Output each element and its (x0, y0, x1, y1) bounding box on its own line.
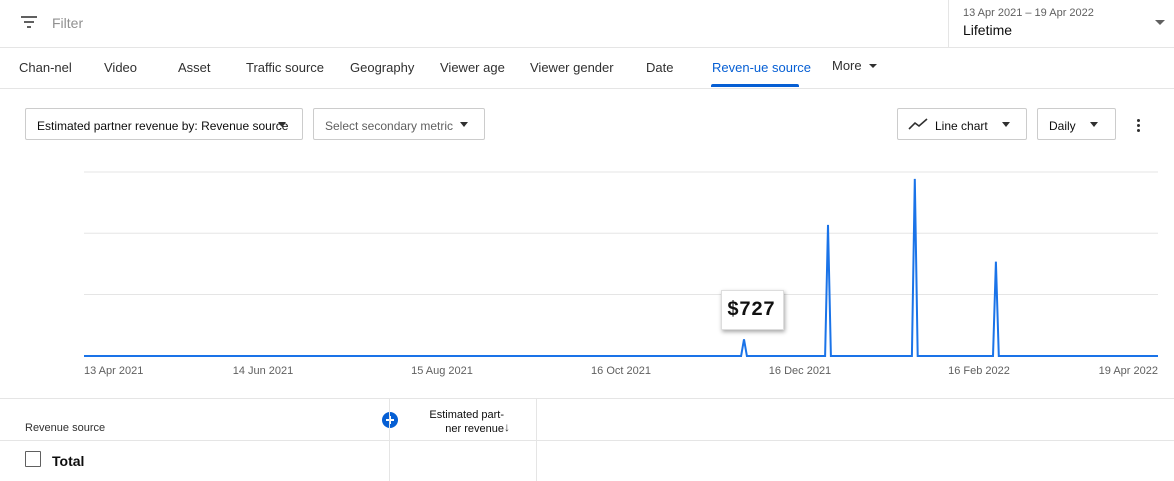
table-row-total: Total (0, 441, 1174, 481)
date-range-label: Lifetime (963, 22, 1013, 38)
report-tabs: Chan-nel Video Asset Traffic source Geog… (0, 47, 1174, 89)
tab-video[interactable]: Video (104, 60, 137, 75)
table-header: Revenue source Estimated part- ner reven… (0, 399, 1174, 441)
tab-more-label: More (832, 58, 862, 73)
caret-down-icon (1090, 122, 1098, 127)
period-label: Daily (1049, 119, 1076, 133)
tab-channel[interactable]: Chan-nel (19, 60, 72, 75)
total-checkbox[interactable] (25, 451, 41, 467)
caret-down-icon (868, 64, 877, 68)
x-tick-label: 16 Dec 2021 (769, 365, 831, 377)
x-tick-label: 13 Apr 2021 (84, 365, 143, 377)
tab-date[interactable]: Date (646, 60, 673, 75)
metric-dropdown-label: Estimated partner revenue by: Revenue so… (37, 119, 289, 133)
x-tick-label: 15 Aug 2021 (411, 365, 473, 377)
tab-viewer-age[interactable]: Viewer age (440, 60, 505, 75)
total-label: Total (52, 453, 85, 469)
arrow-down-icon[interactable]: ↓ (504, 420, 510, 434)
date-range-text: 13 Apr 2021 – 19 Apr 2022 (963, 7, 1094, 19)
tab-viewer-gender[interactable]: Viewer gender (530, 60, 614, 75)
column-header-line-1: Estimated part- (429, 409, 504, 421)
active-tab-indicator (711, 84, 799, 87)
chart-type-dropdown[interactable]: Line chart (897, 108, 1027, 140)
metric-dropdown[interactable]: Estimated partner revenue by: Revenue so… (25, 108, 303, 140)
secondary-metric-dropdown[interactable]: Select secondary metric (313, 108, 485, 140)
caret-down-icon (460, 122, 468, 127)
filter-list-icon[interactable] (20, 15, 38, 29)
column-header-estimated-revenue[interactable]: Estimated part- ner revenue (396, 408, 504, 436)
chevron-down-icon (1155, 20, 1165, 25)
caret-down-icon (278, 122, 286, 127)
secondary-metric-label: Select secondary metric (325, 119, 454, 133)
tab-traffic-source[interactable]: Traffic source (246, 60, 324, 75)
tab-geography[interactable]: Geography (350, 60, 414, 75)
x-tick-label: 16 Oct 2021 (591, 365, 651, 377)
period-dropdown[interactable]: Daily (1037, 108, 1116, 140)
chart-type-label: Line chart (935, 119, 988, 133)
value-callout: $727 (721, 290, 784, 330)
caret-down-icon (1002, 122, 1010, 127)
filter-input[interactable]: Filter (52, 15, 83, 31)
callout-value: $727 (727, 299, 776, 322)
column-header-revenue-source[interactable]: Revenue source (25, 422, 105, 434)
x-tick-label: 14 Jun 2021 (233, 365, 294, 377)
more-vert-icon[interactable] (1128, 116, 1148, 134)
x-tick-label: 16 Feb 2022 (948, 365, 1010, 377)
tab-revenue-source[interactable]: Reven-ue source (712, 60, 811, 75)
tab-asset[interactable]: Asset (178, 60, 211, 75)
line-chart-icon (908, 118, 928, 130)
column-header-line-2: ner revenue (445, 423, 504, 435)
series-line-0 (84, 178, 1158, 357)
date-range-picker[interactable]: 13 Apr 2021 – 19 Apr 2022 Lifetime (948, 0, 1174, 47)
filter-bar: Filter 13 Apr 2021 – 19 Apr 2022 Lifetim… (0, 0, 1174, 48)
x-tick-label: 19 Apr 2022 (1099, 365, 1158, 377)
revenue-line-chart: 13 Apr 2021 14 Jun 2021 15 Aug 2021 16 Oct … (84, 171, 1158, 377)
tab-more[interactable]: More (832, 58, 877, 73)
